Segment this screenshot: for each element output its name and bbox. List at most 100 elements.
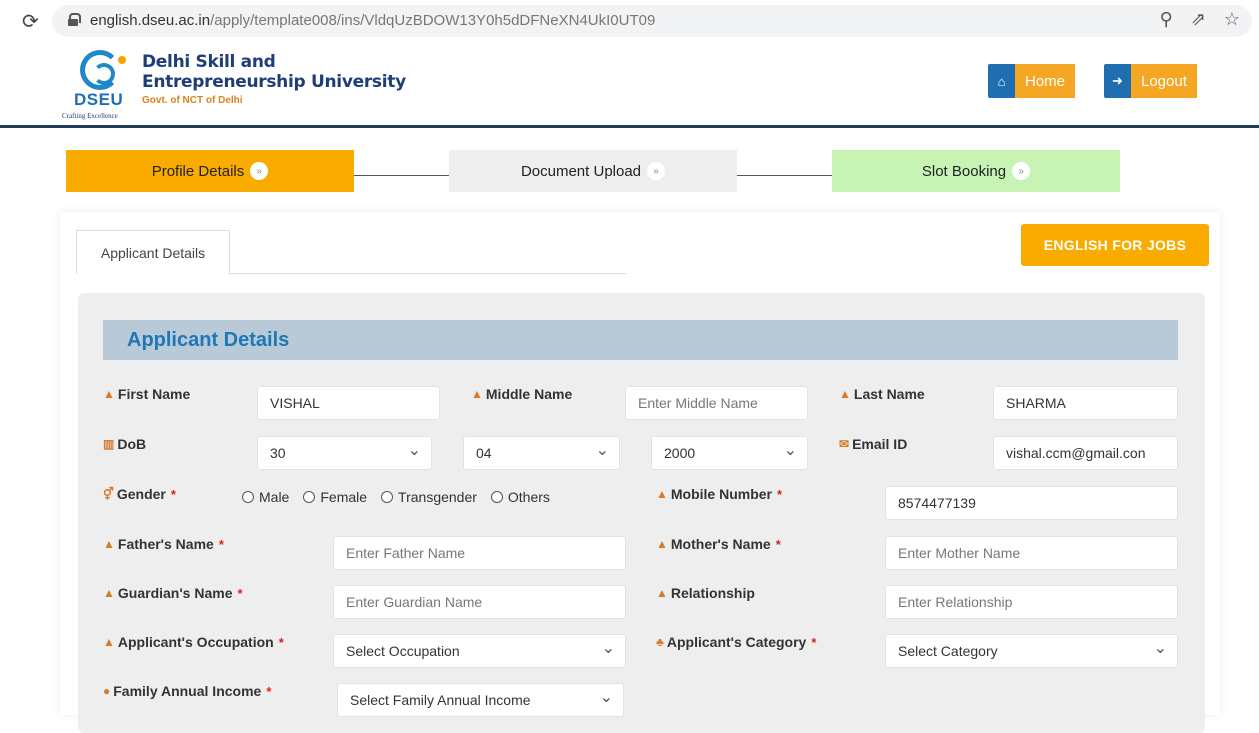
applicant-card: Applicant Details ENGLISH FOR JOBS Appli…: [60, 212, 1220, 733]
occupation-label: ▲ Applicant's Occupation *: [103, 634, 284, 650]
gender-others-radio[interactable]: Others: [490, 489, 550, 505]
step-connector: [737, 175, 832, 176]
last-name-input[interactable]: SHARMA: [993, 386, 1178, 420]
progress-steps: Profile Details » Document Upload » Slot B…: [0, 150, 1259, 192]
middle-name-label: ▲ Middle Name: [471, 386, 572, 402]
required-asterisk: *: [775, 536, 781, 552]
dob-month-select[interactable]: 04: [463, 436, 620, 470]
guardian-name-label: ▲ Guardian's Name *: [103, 585, 243, 601]
chevron-right-icon: »: [1012, 162, 1031, 180]
email-input[interactable]: vishal.ccm@gmail.con: [993, 436, 1178, 470]
home-button[interactable]: ⌂ Home: [988, 64, 1092, 98]
label-text: Relationship: [670, 585, 755, 601]
university-name-line2: Entrepreneurship University: [142, 72, 406, 92]
tab-applicant-details[interactable]: Applicant Details: [76, 230, 230, 274]
logout-icon: ➜: [1104, 64, 1131, 98]
user-icon: ▲: [656, 487, 668, 501]
label-text: Mobile Number: [670, 486, 773, 502]
label-text: Family Annual Income: [113, 683, 262, 699]
logo-dot: [118, 56, 126, 64]
url-host: english.dseu.ac.in: [90, 12, 211, 29]
english-for-jobs-button[interactable]: ENGLISH FOR JOBS: [1021, 224, 1209, 266]
home-icon: ⌂: [988, 64, 1015, 98]
site-header: DSEU Crafting Excellence Delhi Skill and…: [0, 42, 1259, 128]
mother-name-input[interactable]: Enter Mother Name: [885, 536, 1178, 570]
required-asterisk: *: [218, 536, 224, 552]
gender-male-radio[interactable]: Male: [242, 489, 289, 505]
zoom-icon[interactable]: ⚲: [1160, 9, 1173, 30]
mobile-input[interactable]: 8574477139: [885, 486, 1178, 520]
label-text: Guardian's Name: [117, 585, 233, 601]
address-bar[interactable]: english.dseu.ac.in/apply/template008/ins…: [52, 5, 1252, 37]
lock-icon: [68, 13, 81, 26]
last-name-label: ▲ Last Name: [839, 386, 925, 402]
logout-label: Logout: [1131, 64, 1197, 98]
email-label: ✉ Email ID: [839, 436, 907, 452]
first-name-label: ▲ First Name: [103, 386, 190, 402]
dob-label: ▥ DoB: [103, 436, 146, 452]
gender-female-radio[interactable]: Female: [303, 489, 367, 505]
user-icon: ▲: [103, 635, 115, 649]
label-text: First Name: [117, 386, 191, 402]
reload-icon[interactable]: ⟳: [22, 9, 39, 34]
government-text: Govt. of NCT of Delhi: [142, 95, 243, 106]
guardian-name-input[interactable]: Enter Guardian Name: [333, 585, 626, 619]
step-slot-booking[interactable]: Slot Booking »: [832, 150, 1120, 192]
share-icon[interactable]: ⇗: [1191, 9, 1206, 30]
father-name-input[interactable]: Enter Father Name: [333, 536, 626, 570]
logo-tagline: Crafting Excellence: [62, 112, 118, 120]
required-asterisk: *: [170, 486, 176, 502]
user-icon: ▲: [471, 387, 483, 401]
radio-label: Transgender: [398, 489, 477, 505]
gender-transgender-radio[interactable]: Transgender: [381, 489, 477, 505]
category-select[interactable]: Select Category: [885, 634, 1178, 668]
label-text: Father's Name: [117, 536, 214, 552]
label-text: DoB: [117, 436, 147, 452]
url-text: english.dseu.ac.in/apply/template008/ins…: [90, 12, 655, 29]
middle-name-input[interactable]: Enter Middle Name: [625, 386, 808, 420]
user-icon: ▲: [656, 537, 668, 551]
step-label: Document Upload: [520, 162, 642, 180]
dseu-logo[interactable]: DSEU Crafting Excellence: [62, 50, 138, 122]
required-asterisk: *: [266, 683, 272, 699]
father-name-label: ▲ Father's Name *: [103, 536, 224, 552]
user-icon: ▲: [103, 537, 115, 551]
income-select[interactable]: Select Family Annual Income: [337, 683, 624, 717]
radio-circle[interactable]: [303, 491, 316, 503]
dob-day-select[interactable]: 30: [257, 436, 432, 470]
browser-bar: ⟳ english.dseu.ac.in/apply/template008/i…: [0, 0, 1259, 42]
radio-circle[interactable]: [490, 491, 503, 503]
radio-circle[interactable]: [242, 491, 254, 503]
star-icon[interactable]: ☆: [1224, 9, 1240, 30]
radio-label: Others: [507, 489, 550, 505]
chevron-right-icon: »: [250, 162, 269, 180]
mobile-label: ▲ Mobile Number *: [656, 486, 782, 502]
birthday-cake-icon: ▥: [103, 437, 115, 451]
home-label: Home: [1015, 64, 1076, 98]
logout-button[interactable]: ➜ Logout: [1104, 64, 1216, 98]
user-icon: ▲: [103, 387, 115, 401]
users-icon: ♣: [656, 635, 664, 649]
required-asterisk: *: [278, 634, 284, 650]
occupation-select[interactable]: Select Occupation: [333, 634, 626, 668]
step-profile-details[interactable]: Profile Details »: [66, 150, 354, 192]
step-document-upload[interactable]: Document Upload »: [449, 150, 737, 192]
university-name: Delhi Skill and Entrepreneurship Univers…: [142, 52, 406, 92]
user-icon: ▲: [656, 586, 668, 600]
dob-year-select[interactable]: 2000: [651, 436, 808, 470]
relationship-input[interactable]: Enter Relationship: [885, 585, 1178, 619]
gender-radio-group: Male Female Transgender Others: [242, 489, 550, 505]
logo-mark-icon: [80, 50, 120, 90]
section-title: Applicant Details: [103, 320, 1178, 360]
tab-underline: [230, 273, 626, 274]
label-text: Mother's Name: [670, 536, 771, 552]
label-text: Applicant's Occupation: [117, 634, 274, 650]
gender-icon: ⚥: [103, 487, 114, 501]
radio-circle[interactable]: [381, 491, 394, 503]
required-asterisk: *: [777, 486, 783, 502]
label-text: Applicant's Category: [666, 634, 807, 650]
first-name-input[interactable]: VISHAL: [257, 386, 440, 420]
category-label: ♣ Applicant's Category *: [656, 634, 816, 650]
label-text: Middle Name: [485, 386, 573, 402]
mother-name-label: ▲ Mother's Name *: [656, 536, 781, 552]
